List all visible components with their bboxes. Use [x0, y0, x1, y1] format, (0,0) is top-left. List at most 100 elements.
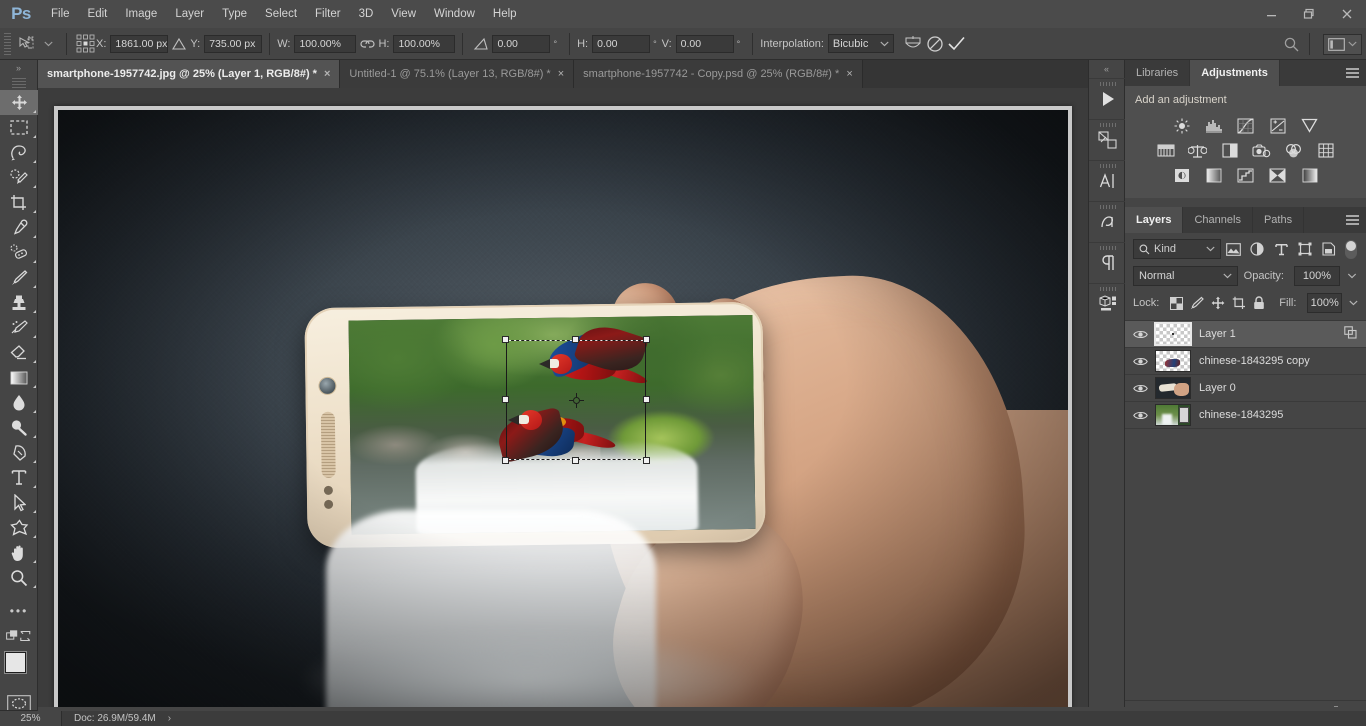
menu-edit[interactable]: Edit: [79, 0, 117, 28]
pen-tool[interactable]: [0, 440, 38, 465]
color-balance-icon[interactable]: [1187, 141, 1209, 160]
menu-help[interactable]: Help: [484, 0, 526, 28]
y-input[interactable]: 735.00 px: [204, 34, 263, 53]
transform-handle-top-left[interactable]: [502, 336, 509, 343]
paragraph-panel-icon[interactable]: [1089, 242, 1126, 283]
visibility-eye-icon[interactable]: [1125, 410, 1155, 421]
gradient-tool[interactable]: [0, 365, 38, 390]
menu-image[interactable]: Image: [116, 0, 166, 28]
rectangular-marquee-tool[interactable]: [0, 115, 38, 140]
tab-channels[interactable]: Channels: [1183, 207, 1253, 233]
switch-to-warp-icon[interactable]: [902, 33, 924, 55]
close-icon[interactable]: ×: [846, 68, 852, 80]
x-input[interactable]: 1861.00 px: [110, 34, 169, 53]
close-icon[interactable]: ×: [558, 68, 564, 80]
layer-name[interactable]: chinese-1843295: [1199, 409, 1283, 421]
filter-pixel-icon[interactable]: [1221, 239, 1245, 259]
document-canvas[interactable]: [58, 110, 1068, 710]
visibility-eye-icon[interactable]: [1125, 329, 1155, 340]
channel-mixer-icon[interactable]: [1283, 141, 1305, 160]
menu-select[interactable]: Select: [256, 0, 306, 28]
transform-handle-bottom-right[interactable]: [643, 457, 650, 464]
layer-thumbnail[interactable]: [1154, 322, 1192, 346]
tab-libraries[interactable]: Libraries: [1125, 60, 1191, 86]
height-input[interactable]: 100.00%: [393, 34, 456, 53]
document-tab-copy[interactable]: smartphone-1957742 - Copy.psd @ 25% (RGB…: [574, 60, 863, 88]
visibility-eye-icon[interactable]: [1125, 356, 1155, 367]
exposure-icon[interactable]: [1267, 116, 1289, 135]
tab-adjustments[interactable]: Adjustments: [1190, 60, 1280, 86]
toolbar-grip[interactable]: [11, 78, 26, 88]
zoom-tool[interactable]: [0, 565, 38, 590]
transform-reference-point-icon[interactable]: [569, 393, 584, 411]
lock-transparent-pixels-icon[interactable]: [1170, 295, 1184, 311]
toolbar-collapse-button[interactable]: »: [0, 60, 37, 76]
menu-3d[interactable]: 3D: [350, 0, 383, 28]
opacity-chevron-icon[interactable]: [1346, 273, 1358, 279]
threshold-icon[interactable]: [1235, 166, 1257, 185]
move-tool-icon[interactable]: [15, 33, 37, 55]
lock-image-pixels-icon[interactable]: [1190, 295, 1205, 311]
curves-icon[interactable]: [1235, 116, 1257, 135]
skew-h-input[interactable]: 0.00: [592, 34, 651, 53]
options-bar-grip[interactable]: [4, 32, 11, 55]
layer-comps-icon[interactable]: [1089, 119, 1126, 160]
relative-position-icon[interactable]: [168, 33, 190, 55]
transform-handle-top-right[interactable]: [643, 336, 650, 343]
spot-healing-brush-tool[interactable]: [0, 240, 38, 265]
levels-icon[interactable]: [1203, 116, 1225, 135]
layer-thumbnail[interactable]: [1155, 350, 1191, 372]
filter-smart-object-icon[interactable]: [1317, 239, 1341, 259]
transform-handle-bottom-left[interactable]: [502, 457, 509, 464]
zoom-level-input[interactable]: 25%: [0, 710, 62, 726]
invert-icon[interactable]: [1171, 166, 1193, 185]
lock-position-icon[interactable]: [1211, 295, 1225, 311]
hue-saturation-icon[interactable]: [1155, 141, 1177, 160]
transform-handle-bottom-center[interactable]: [572, 457, 579, 464]
crop-tool[interactable]: [0, 190, 38, 215]
cancel-transform-icon[interactable]: [924, 33, 946, 55]
smart-object-badge[interactable]: [1344, 326, 1357, 342]
tab-layers[interactable]: Layers: [1125, 207, 1184, 233]
filter-kind-select[interactable]: Kind: [1133, 239, 1221, 259]
posterize-icon[interactable]: [1203, 166, 1225, 185]
reference-point-grid[interactable]: [74, 33, 96, 55]
table-row[interactable]: Layer 0: [1125, 375, 1366, 402]
menu-view[interactable]: View: [382, 0, 425, 28]
menu-filter[interactable]: Filter: [306, 0, 350, 28]
eraser-tool[interactable]: [0, 340, 38, 365]
foreground-color-swatch[interactable]: [5, 652, 26, 673]
eyedropper-tool[interactable]: [0, 215, 38, 240]
filter-shape-icon[interactable]: [1293, 239, 1317, 259]
layer-thumbnail[interactable]: [1155, 404, 1191, 426]
move-tool[interactable]: [0, 90, 38, 115]
document-size-info[interactable]: Doc: 26.9M/59.4M: [62, 711, 168, 726]
workspace-switcher-icon[interactable]: [1323, 33, 1362, 55]
canvas-area[interactable]: [38, 88, 1088, 710]
menu-layer[interactable]: Layer: [166, 0, 213, 28]
character-styles-icon[interactable]: [1089, 201, 1126, 242]
status-expand-arrow[interactable]: ›: [168, 713, 171, 724]
filter-type-icon[interactable]: [1269, 239, 1293, 259]
panel-menu-icon[interactable]: [1345, 60, 1360, 86]
layer-name[interactable]: Layer 0: [1199, 382, 1236, 394]
vibrance-icon[interactable]: [1299, 116, 1321, 135]
lasso-tool[interactable]: [0, 140, 38, 165]
visibility-eye-icon[interactable]: [1125, 383, 1155, 394]
lock-all-icon[interactable]: [1253, 295, 1265, 311]
document-tab-untitled[interactable]: Untitled-1 @ 75.1% (Layer 13, RGB/8#) * …: [340, 60, 575, 88]
commit-transform-icon[interactable]: [946, 33, 968, 55]
skew-v-input[interactable]: 0.00: [675, 34, 734, 53]
close-icon[interactable]: [1328, 0, 1366, 28]
custom-shape-tool[interactable]: [0, 515, 38, 540]
quick-selection-tool[interactable]: [0, 165, 38, 190]
brush-tool[interactable]: [0, 265, 38, 290]
menu-window[interactable]: Window: [425, 0, 484, 28]
history-brush-tool[interactable]: [0, 315, 38, 340]
lock-artboard-nesting-icon[interactable]: [1232, 295, 1246, 311]
dock-collapse-button[interactable]: «: [1089, 60, 1124, 78]
search-icon[interactable]: [1280, 33, 1302, 55]
width-input[interactable]: 100.00%: [294, 34, 357, 53]
transform-handle-top-center[interactable]: [572, 336, 579, 343]
tab-paths[interactable]: Paths: [1253, 207, 1305, 233]
